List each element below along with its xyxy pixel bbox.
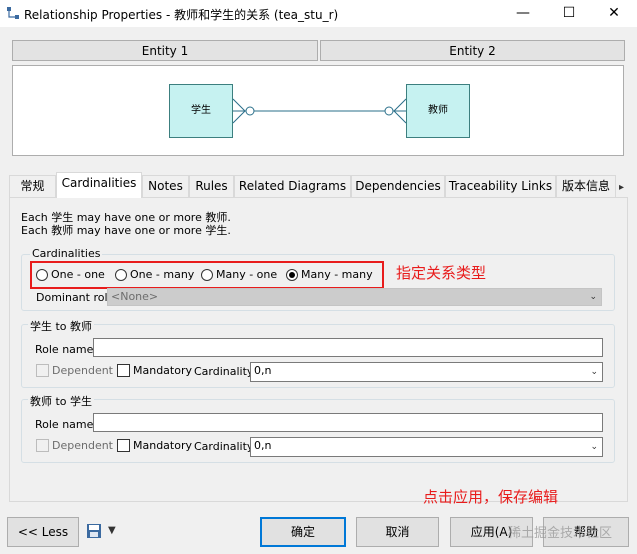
relationship-app-icon — [7, 7, 19, 19]
role2-role-name-label: Role name: — [35, 418, 98, 431]
radio-many-many[interactable] — [286, 269, 298, 281]
role1-dependent-label: Dependent — [52, 364, 113, 377]
radio-one-many[interactable] — [115, 269, 127, 281]
chevron-down-icon: ⌄ — [590, 442, 598, 452]
radio-one-many-label: One - many — [130, 268, 195, 281]
role2-role-name-input[interactable] — [93, 413, 603, 432]
role1-mandatory-checkbox[interactable] — [117, 364, 130, 377]
role2-group-title: 教师 to 学生 — [28, 393, 95, 409]
tab-scroll-icon[interactable]: ▸ — [619, 182, 624, 193]
role2-dependent-label: Dependent — [52, 439, 113, 452]
radio-one-one-label: One - one — [51, 268, 105, 281]
minimize-button[interactable]: — — [500, 0, 546, 27]
dominant-role-label: Dominant role: — [36, 291, 119, 304]
tab-version-info[interactable]: 版本信息 — [556, 175, 616, 197]
description-line-2: Each 教师 may have one or more 学生. — [21, 224, 231, 237]
entity2-header[interactable]: Entity 2 — [320, 40, 625, 61]
tab-dependencies[interactable]: Dependencies — [351, 175, 445, 197]
maximize-button[interactable]: ☐ — [546, 0, 592, 27]
radio-one-one[interactable] — [36, 269, 48, 281]
tab-notes[interactable]: Notes — [142, 175, 189, 197]
role1-cardinality-label: Cardinality: — [194, 365, 257, 378]
role2-cardinality-value: 0,n — [254, 439, 272, 452]
radio-many-one[interactable] — [201, 269, 213, 281]
tab-cardinalities[interactable]: Cardinalities — [56, 172, 142, 198]
entity1-header[interactable]: Entity 1 — [12, 40, 318, 61]
cardinalities-panel: Each 学生 may have one or more 教师. Each 教师… — [9, 197, 628, 502]
role1-role-name-input[interactable] — [93, 338, 603, 357]
watermark: 稀土掘金技术社区 — [508, 526, 613, 541]
diagram-entity2: 教师 — [406, 84, 470, 138]
role2-cardinality-select[interactable]: 0,n ⌄ — [250, 437, 603, 457]
role1-dependent-checkbox[interactable] — [36, 364, 49, 377]
less-button[interactable]: << Less — [7, 517, 79, 547]
annotation-apply-save: 点击应用，保存编辑 — [423, 488, 559, 506]
dropdown-arrow-icon: ▼ — [108, 525, 116, 536]
role1-cardinality-value: 0,n — [254, 364, 272, 377]
role2-mandatory-label: Mandatory — [133, 439, 193, 452]
title-bar: Relationship Properties - 教师和学生的关系 (tea_… — [0, 0, 637, 27]
annotation-specify-type: 指定关系类型 — [396, 264, 487, 282]
tab-general[interactable]: 常规 — [9, 175, 56, 197]
role1-cardinality-select[interactable]: 0,n ⌄ — [250, 362, 603, 382]
role1-mandatory-label: Mandatory — [133, 364, 193, 377]
chevron-down-icon: ⌄ — [589, 292, 597, 302]
cancel-button[interactable]: 取消 — [356, 517, 439, 547]
tab-traceability-links[interactable]: Traceability Links — [445, 175, 556, 197]
dominant-role-value: <None> — [111, 290, 159, 303]
dominant-role-select[interactable]: <None> ⌄ — [107, 288, 602, 306]
role2-mandatory-checkbox[interactable] — [117, 439, 130, 452]
radio-many-one-label: Many - one — [216, 268, 278, 281]
save-icon — [87, 524, 101, 538]
cardinalities-group-title: Cardinalities — [30, 247, 103, 260]
role1-group-title: 学生 to 教师 — [28, 318, 95, 334]
close-button[interactable]: ✕ — [591, 0, 637, 27]
relationship-diagram: 学生 教师 — [12, 65, 624, 156]
tab-rules[interactable]: Rules — [189, 175, 234, 197]
radio-many-many-label: Many - many — [301, 268, 373, 281]
chevron-down-icon: ⌄ — [590, 367, 598, 377]
tab-related-diagrams[interactable]: Related Diagrams — [234, 175, 351, 197]
diagram-entity1: 学生 — [169, 84, 233, 138]
role1-role-name-label: Role name: — [35, 343, 98, 356]
window-title: Relationship Properties - 教师和学生的关系 (tea_… — [24, 8, 339, 22]
ok-button[interactable]: 确定 — [260, 517, 346, 547]
save-options-button[interactable]: ▼ — [86, 523, 120, 541]
role2-cardinality-label: Cardinality: — [194, 440, 257, 453]
role2-dependent-checkbox[interactable] — [36, 439, 49, 452]
relationship-line — [233, 98, 406, 124]
